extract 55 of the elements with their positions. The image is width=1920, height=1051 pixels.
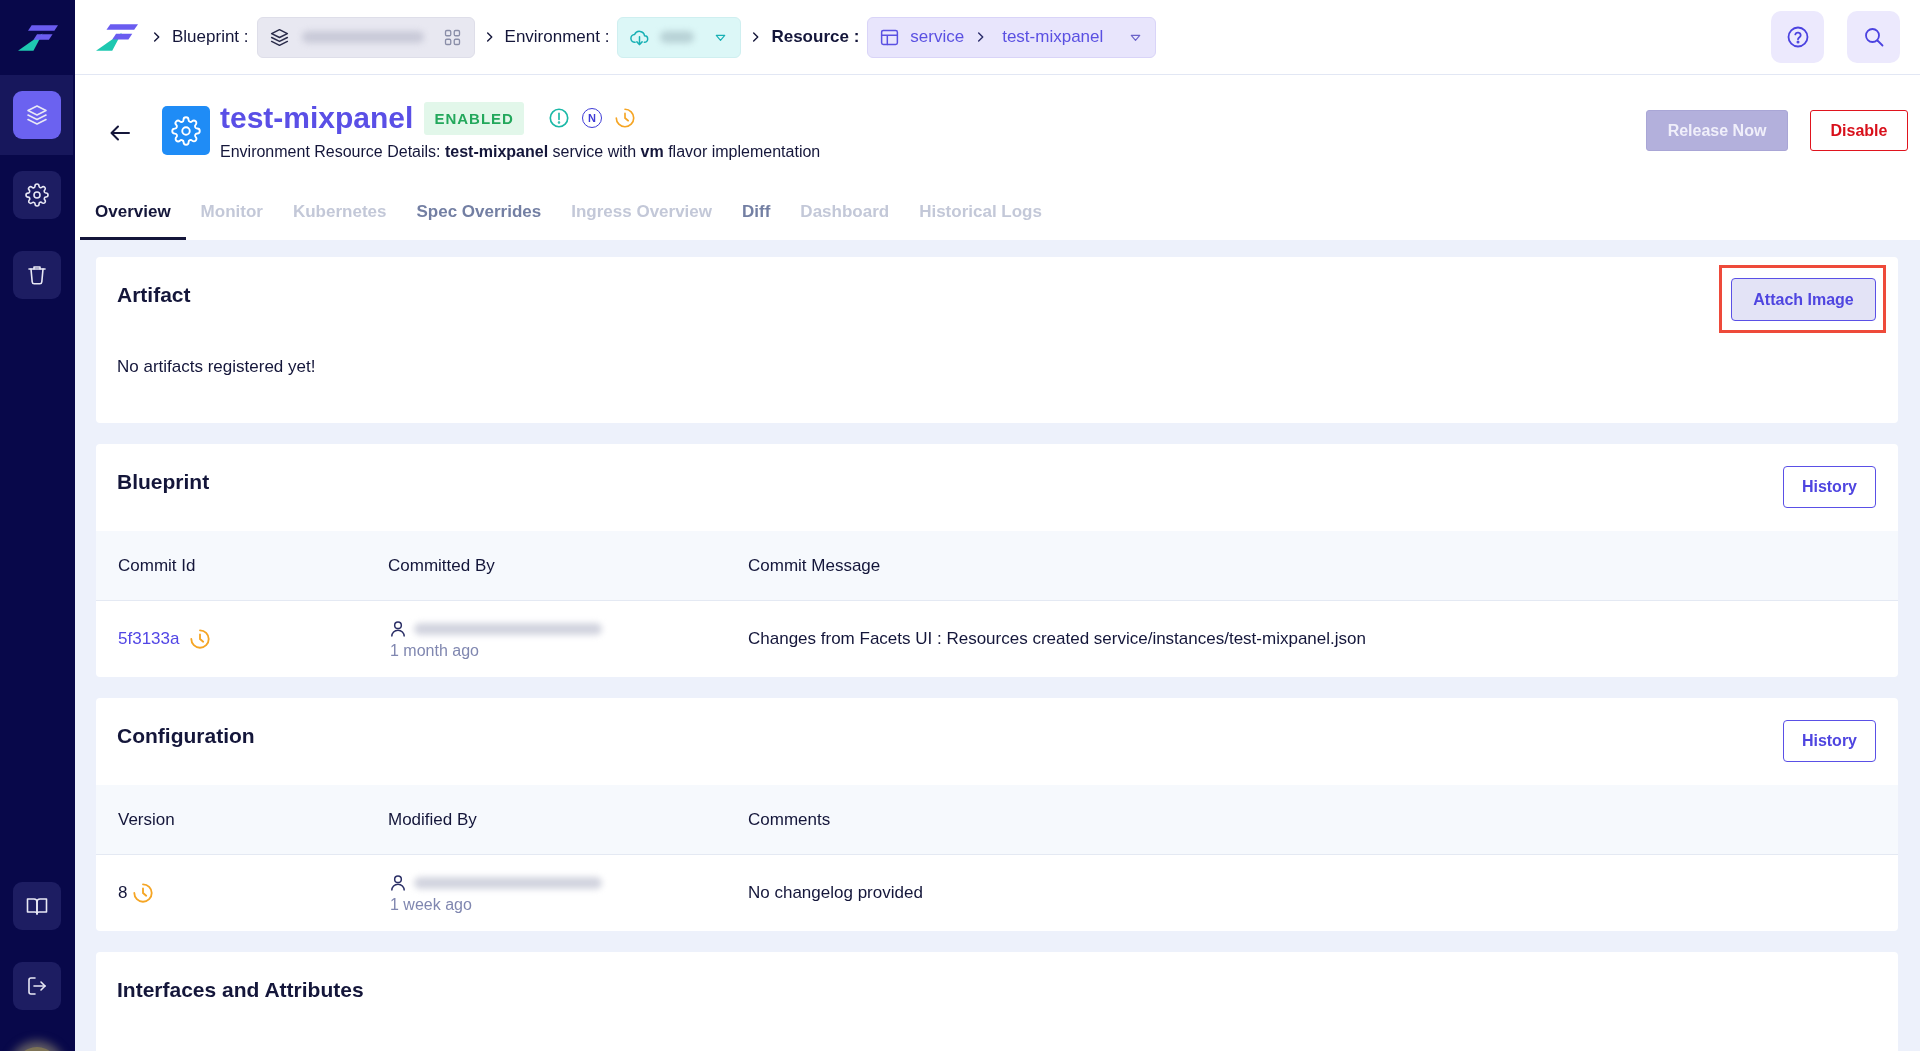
help-button[interactable] — [1771, 11, 1824, 63]
clock-icon — [189, 628, 212, 650]
breadcrumb-label: Environment : — [504, 27, 610, 47]
column-header: Comments — [748, 809, 832, 830]
logo-icon[interactable] — [17, 24, 58, 51]
resource-description: Environment Resource Details: test-mixpanel service with vm flavor implementation — [220, 142, 821, 162]
history-button[interactable]: History — [1782, 720, 1876, 762]
gear-icon — [162, 106, 210, 155]
help-icon — [1785, 25, 1810, 49]
card-title: Configuration — [117, 723, 255, 749]
sidebar-item[interactable] — [12, 171, 61, 219]
column-header: Committed By — [388, 555, 496, 576]
table-cell: No changelog provided — [748, 883, 923, 903]
column-header: Version — [118, 809, 176, 830]
tab[interactable]: Spec Overrides — [401, 187, 557, 240]
empty-message: No artifacts registered yet! — [117, 356, 317, 378]
card-title: Artifact — [117, 282, 191, 308]
blurred-text — [660, 31, 695, 43]
clock-icon — [613, 107, 636, 129]
attach-image-button[interactable]: Attach Image — [1731, 278, 1876, 321]
breadcrumb-label: Blueprint : — [172, 27, 249, 47]
tab[interactable]: Overview — [80, 187, 186, 240]
person-icon — [388, 872, 408, 893]
search-button[interactable] — [1847, 11, 1900, 63]
column-header: Commit Message — [748, 555, 882, 576]
resource-selector[interactable]: service test-mixpanel — [867, 16, 1157, 58]
time-ago: 1 month ago — [390, 641, 479, 660]
clock-icon — [132, 882, 155, 904]
history-button[interactable]: History — [1782, 466, 1876, 508]
breadcrumb-label: Resource : — [771, 27, 860, 47]
sidebar-item[interactable] — [12, 251, 61, 299]
resource-name: test-mixpanel — [1002, 27, 1104, 47]
resource-type: service — [910, 27, 965, 47]
layers-icon — [24, 103, 49, 127]
commit-link[interactable]: 5f3133a — [118, 629, 180, 649]
column-header: Modified By — [388, 809, 478, 830]
table-cell: Changes from Facets UI : Resources created service/instances/test-mixpanel.json — [748, 629, 1366, 649]
sidebar-item[interactable] — [12, 91, 61, 139]
card-title: Blueprint — [117, 469, 210, 495]
table-cell: 8 — [118, 883, 128, 903]
layers-icon — [268, 26, 290, 48]
status-badge: ENABLED — [424, 101, 524, 135]
alert-circle-icon — [547, 107, 570, 129]
disable-button[interactable]: Disable — [1810, 110, 1908, 151]
blueprint-selector[interactable] — [256, 16, 475, 58]
docs-button[interactable] — [12, 882, 61, 930]
tab[interactable]: Diff — [727, 187, 786, 240]
logo-icon[interactable] — [96, 23, 138, 51]
resource-title: test-mixpanel — [220, 100, 414, 136]
logout-button[interactable] — [12, 962, 61, 1010]
column-header: Commit Id — [118, 555, 197, 576]
card-title: Interfaces and Attributes — [117, 977, 364, 1003]
settings-icon — [24, 183, 49, 207]
person-icon — [388, 618, 408, 639]
time-ago: 1 week ago — [390, 895, 472, 914]
